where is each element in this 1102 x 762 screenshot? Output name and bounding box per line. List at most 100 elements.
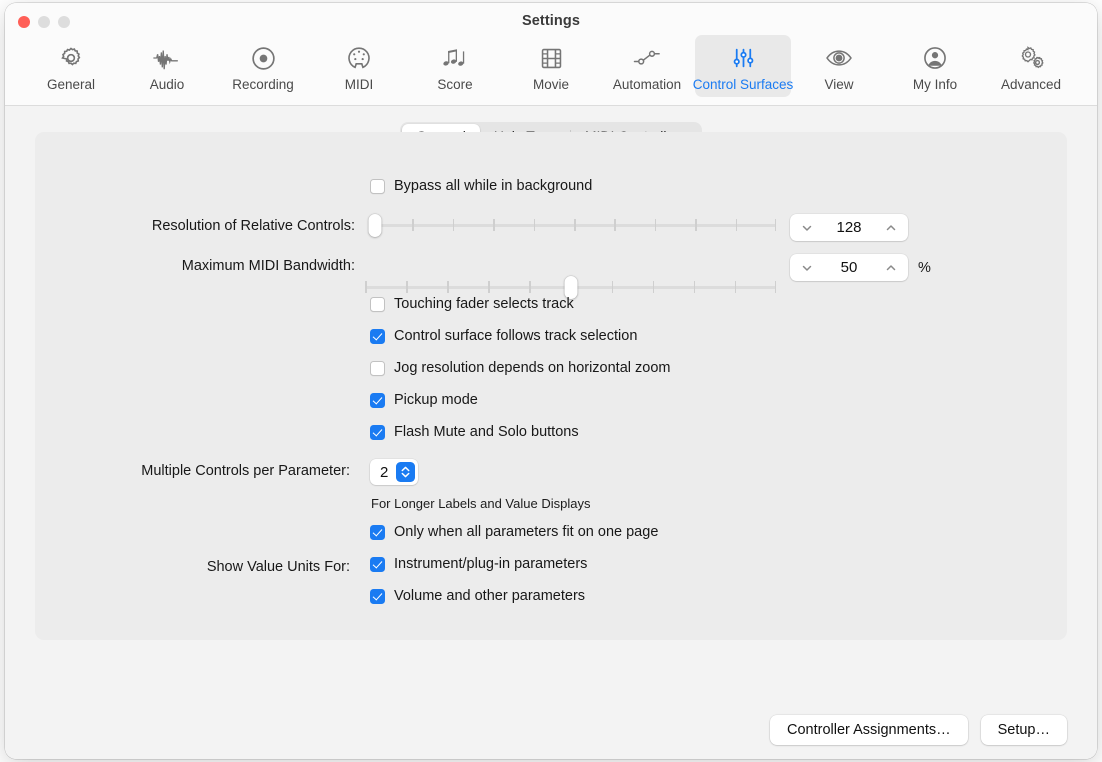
resolution-stepper[interactable]: 128	[790, 214, 908, 241]
toolbar: General Audio Recording	[5, 29, 1097, 105]
multiple-controls-value: 2	[380, 464, 388, 481]
bandwidth-slider[interactable]	[365, 276, 776, 298]
bandwidth-unit: %	[918, 260, 931, 276]
control-surface-follows-checkbox[interactable]	[370, 329, 385, 344]
toolbar-item-advanced[interactable]: Advanced	[983, 35, 1079, 97]
double-gear-icon	[1017, 41, 1045, 75]
longer-labels-note: For Longer Labels and Value Displays	[371, 496, 590, 511]
controller-assignments-button[interactable]: Controller Assignments…	[770, 715, 968, 745]
resolution-value: 128	[813, 219, 885, 236]
toolbar-item-label: Control Surfaces	[693, 77, 794, 92]
toolbar-item-control-surfaces[interactable]: Control Surfaces	[695, 35, 791, 97]
only-when-fit-checkbox[interactable]	[370, 525, 385, 540]
toolbar-item-my-info[interactable]: My Info	[887, 35, 983, 97]
touching-fader-label: Touching fader selects track	[394, 296, 574, 312]
toolbar-item-audio[interactable]: Audio	[119, 35, 215, 97]
slider-tick	[447, 281, 449, 293]
toolbar-item-label: Audio	[150, 77, 185, 92]
slider-tick	[412, 219, 414, 231]
slider-tick	[493, 219, 495, 231]
toolbar-item-movie[interactable]: Movie	[503, 35, 599, 97]
resolution-slider[interactable]	[372, 214, 776, 236]
slider-tick	[488, 281, 490, 293]
slider-tick	[453, 219, 455, 231]
slider-tick	[406, 281, 408, 293]
slider-tick	[574, 219, 576, 231]
toolbar-item-score[interactable]: Score	[407, 35, 503, 97]
minimize-button[interactable]	[38, 16, 50, 28]
resolution-stepper-row: 128	[790, 214, 908, 241]
person-circle-icon	[922, 41, 948, 75]
instrument-params-row: Instrument/plug-in parameters	[370, 556, 587, 572]
bandwidth-stepper[interactable]: 50	[790, 254, 908, 281]
setup-button[interactable]: Setup…	[981, 715, 1067, 745]
bandwidth-label: Maximum MIDI Bandwidth:	[45, 258, 355, 274]
gear-icon	[58, 41, 84, 75]
multiple-controls-label: Multiple Controls per Parameter:	[40, 463, 350, 479]
jog-resolution-row: Jog resolution depends on horizontal zoo…	[370, 360, 670, 376]
slider-tick	[365, 281, 367, 293]
chevron-down-icon[interactable]	[801, 222, 813, 234]
toolbar-item-label: Score	[437, 77, 472, 92]
music-notes-icon	[441, 41, 469, 75]
instrument-params-label: Instrument/plug-in parameters	[394, 556, 587, 572]
multiple-controls-popup[interactable]: 2	[370, 459, 418, 485]
slider-tick	[735, 281, 737, 293]
slider-tick	[614, 219, 616, 231]
toolbar-item-label: My Info	[913, 77, 957, 92]
traffic-light-controls	[18, 16, 70, 28]
film-strip-icon	[539, 41, 564, 75]
resolution-label: Resolution of Relative Controls:	[45, 218, 355, 234]
pickup-mode-checkbox[interactable]	[370, 393, 385, 408]
control-surface-follows-row: Control surface follows track selection	[370, 328, 637, 344]
toolbar-item-label: Automation	[613, 77, 681, 92]
toolbar-item-label: General	[47, 77, 95, 92]
slider-tick	[655, 219, 657, 231]
slider-tick	[775, 219, 777, 231]
chevron-up-down-icon[interactable]	[396, 462, 415, 482]
show-value-units-label: Show Value Units For:	[40, 559, 350, 575]
toolbar-item-recording[interactable]: Recording	[215, 35, 311, 97]
slider-tick	[529, 281, 531, 293]
volume-params-label: Volume and other parameters	[394, 588, 585, 604]
slider-tick	[612, 281, 614, 293]
settings-content: General Help Tags MIDI Controllers Bypas…	[5, 106, 1097, 759]
toolbar-item-label: View	[824, 77, 853, 92]
touching-fader-checkbox[interactable]	[370, 297, 385, 312]
slider-tick	[534, 219, 536, 231]
slider-thumb[interactable]	[369, 214, 382, 237]
sliders-icon	[731, 41, 756, 75]
flash-mute-solo-checkbox[interactable]	[370, 425, 385, 440]
bypass-checkbox[interactable]	[370, 179, 385, 194]
toolbar-item-label: Advanced	[1001, 77, 1061, 92]
jog-resolution-checkbox[interactable]	[370, 361, 385, 376]
chevron-up-icon[interactable]	[885, 262, 897, 274]
chevron-up-icon[interactable]	[885, 222, 897, 234]
multiple-controls-popup-row: 2	[370, 459, 418, 485]
volume-params-checkbox[interactable]	[370, 589, 385, 604]
toolbar-item-view[interactable]: View	[791, 35, 887, 97]
bandwidth-stepper-row: 50 %	[790, 254, 931, 281]
eye-icon	[825, 41, 853, 75]
toolbar-item-label: Movie	[533, 77, 569, 92]
slider-tick	[736, 219, 738, 231]
toolbar-item-label: MIDI	[345, 77, 374, 92]
toolbar-item-general[interactable]: General	[23, 35, 119, 97]
jog-resolution-label: Jog resolution depends on horizontal zoo…	[394, 360, 670, 376]
slider-tick	[694, 281, 696, 293]
instrument-params-checkbox[interactable]	[370, 557, 385, 572]
toolbar-item-midi[interactable]: MIDI	[311, 35, 407, 97]
waveform-icon	[152, 41, 182, 75]
close-button[interactable]	[18, 16, 30, 28]
toolbar-item-label: Recording	[232, 77, 294, 92]
midi-connector-icon	[346, 41, 372, 75]
toolbar-item-automation[interactable]: Automation	[599, 35, 695, 97]
flash-mute-solo-label: Flash Mute and Solo buttons	[394, 424, 579, 440]
volume-params-row: Volume and other parameters	[370, 588, 585, 604]
bypass-row: Bypass all while in background	[370, 178, 592, 194]
only-when-fit-label: Only when all parameters fit on one page	[394, 524, 658, 540]
chevron-down-icon[interactable]	[801, 262, 813, 274]
pickup-mode-label: Pickup mode	[394, 392, 478, 408]
flash-mute-solo-row: Flash Mute and Solo buttons	[370, 424, 579, 440]
zoom-button[interactable]	[58, 16, 70, 28]
